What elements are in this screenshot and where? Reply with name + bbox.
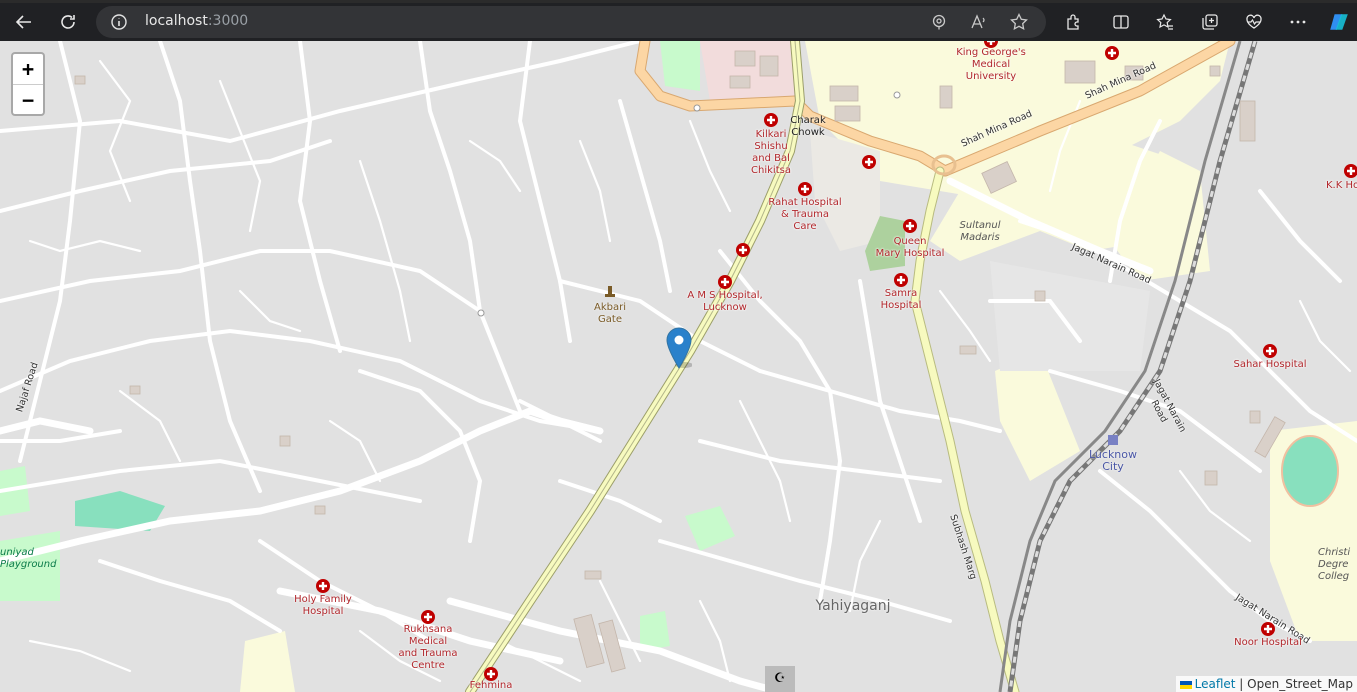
zoom-in-button[interactable]: +: [13, 54, 43, 84]
attribution-separator: |: [1235, 677, 1248, 691]
tab-strip-edge: [0, 0, 1357, 3]
map-label-uniyad-playground: uniyad Playground: [0, 547, 57, 570]
map-label-fehmina: Fehmina: [469, 680, 513, 691]
favorite-star-icon[interactable]: [1010, 12, 1028, 31]
site-info-icon[interactable]: [110, 13, 128, 31]
map-label-ams-hospital: A M S Hospital, Lucknow: [687, 290, 763, 313]
map-label-noor-hospital: Noor Hospital: [1234, 637, 1302, 648]
map-attribution: Leaflet | Open_Street_Map: [1175, 676, 1357, 692]
browser-toolbar: localhost:3000: [0, 0, 1357, 41]
map-label-yahiyaganj: Yahiyaganj: [815, 598, 891, 614]
map-container[interactable]: ☪ King George's Medical University Shah …: [0, 41, 1357, 692]
map-label-sultanul-madaris: Sultanul Madaris: [959, 220, 1001, 243]
svg-text:☪: ☪: [774, 671, 786, 686]
map-label-sahar-hospital: Sahar Hospital: [1233, 359, 1307, 370]
more-menu-icon[interactable]: [1284, 8, 1312, 36]
map-label-samra-hospital: Samra Hospital: [880, 288, 922, 311]
address-bar[interactable]: localhost:3000: [96, 6, 1046, 38]
url-text: localhost:3000: [145, 13, 248, 29]
ukraine-flag-icon: [1179, 680, 1192, 689]
url-port: :3000: [207, 13, 249, 29]
map-label-kilkari: Kilkari Shishu and Bal Chikitsa: [751, 129, 791, 176]
zoom-control: + −: [11, 52, 45, 116]
performance-heart-icon[interactable]: [1240, 8, 1268, 36]
back-icon[interactable]: [10, 8, 38, 36]
map-label-akbari-gate: Akbari Gate: [594, 302, 626, 325]
map-label-rukhsana: Rukhsana Medical and Trauma Centre: [398, 624, 458, 671]
leaflet-link[interactable]: Leaflet: [1195, 677, 1236, 691]
location-icon[interactable]: [930, 13, 948, 31]
refresh-icon[interactable]: [54, 8, 82, 36]
favorites-icon[interactable]: [1151, 8, 1179, 36]
map-label-kk-hospital: K.K Ho: [1326, 180, 1357, 191]
map-label-king-georges: King George's Medical University: [956, 47, 1026, 82]
url-host: localhost: [145, 13, 208, 29]
read-aloud-icon[interactable]: [970, 13, 988, 31]
copilot-icon[interactable]: [1325, 8, 1353, 36]
extensions-icon[interactable]: [1059, 8, 1087, 36]
location-marker-icon[interactable]: [666, 327, 693, 369]
split-screen-icon[interactable]: [1107, 8, 1135, 36]
map-label-holy-family: Holy Family Hospital: [294, 594, 352, 617]
map-label-rahat-hospital: Rahat Hospital & Trauma Care: [768, 197, 842, 232]
zoom-out-button[interactable]: −: [13, 84, 43, 115]
collections-icon[interactable]: [1196, 8, 1224, 36]
map-label-lucknow-city: Lucknow City: [1088, 448, 1138, 473]
map-label-christ-college: Christi Degre Colleg: [1318, 547, 1351, 582]
map-label-queen-mary: Queen Mary Hospital: [875, 236, 945, 259]
tile-attribution: Open_Street_Map: [1247, 677, 1353, 691]
